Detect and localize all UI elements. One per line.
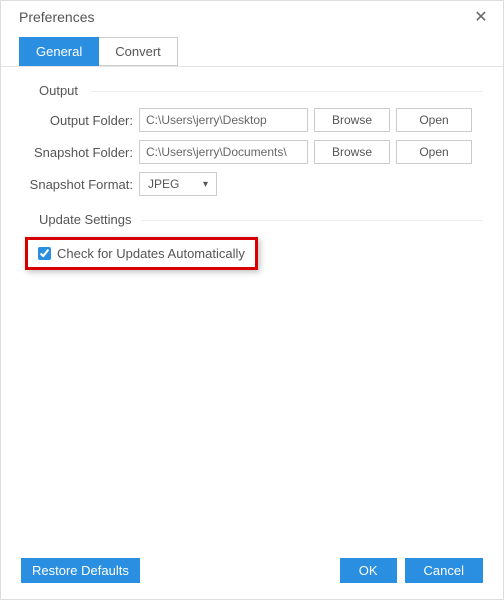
update-section: Update Settings Check for Updates Automa… (21, 212, 483, 270)
preferences-window: Preferences ✕ General Convert Output Out… (0, 0, 504, 600)
snapshot-folder-browse-button[interactable]: Browse (314, 140, 390, 164)
update-highlight-box: Check for Updates Automatically (25, 237, 258, 270)
snapshot-format-value: JPEG (148, 177, 179, 191)
tab-general[interactable]: General (19, 37, 99, 66)
output-section-title: Output (39, 83, 483, 98)
snapshot-format-select[interactable]: JPEG ▾ (139, 172, 217, 196)
footer-right: OK Cancel (340, 558, 483, 583)
output-folder-label: Output Folder: (21, 113, 139, 128)
snapshot-folder-row: Snapshot Folder: Browse Open (21, 140, 483, 164)
window-title: Preferences (19, 9, 94, 25)
output-divider: Output (21, 83, 483, 98)
chevron-down-icon: ▾ (203, 179, 208, 190)
snapshot-folder-input[interactable] (139, 140, 308, 164)
restore-defaults-button[interactable]: Restore Defaults (21, 558, 140, 583)
ok-button[interactable]: OK (340, 558, 397, 583)
tab-bar: General Convert (1, 31, 503, 67)
update-section-title: Update Settings (39, 212, 483, 227)
close-icon[interactable]: ✕ (471, 7, 491, 27)
snapshot-format-row: Snapshot Format: JPEG ▾ (21, 172, 483, 196)
auto-update-checkbox[interactable] (38, 247, 51, 260)
update-divider: Update Settings (21, 212, 483, 227)
output-folder-browse-button[interactable]: Browse (314, 108, 390, 132)
snapshot-folder-label: Snapshot Folder: (21, 145, 139, 160)
auto-update-label: Check for Updates Automatically (57, 246, 245, 261)
output-folder-open-button[interactable]: Open (396, 108, 472, 132)
snapshot-folder-open-button[interactable]: Open (396, 140, 472, 164)
content-area: Output Output Folder: Browse Open Snapsh… (1, 67, 503, 548)
cancel-button[interactable]: Cancel (405, 558, 483, 583)
output-folder-row: Output Folder: Browse Open (21, 108, 483, 132)
output-folder-input[interactable] (139, 108, 308, 132)
titlebar: Preferences ✕ (1, 1, 503, 31)
snapshot-format-label: Snapshot Format: (21, 177, 139, 192)
output-section: Output Output Folder: Browse Open Snapsh… (21, 83, 483, 196)
tab-convert[interactable]: Convert (99, 37, 178, 66)
footer: Restore Defaults OK Cancel (1, 548, 503, 599)
